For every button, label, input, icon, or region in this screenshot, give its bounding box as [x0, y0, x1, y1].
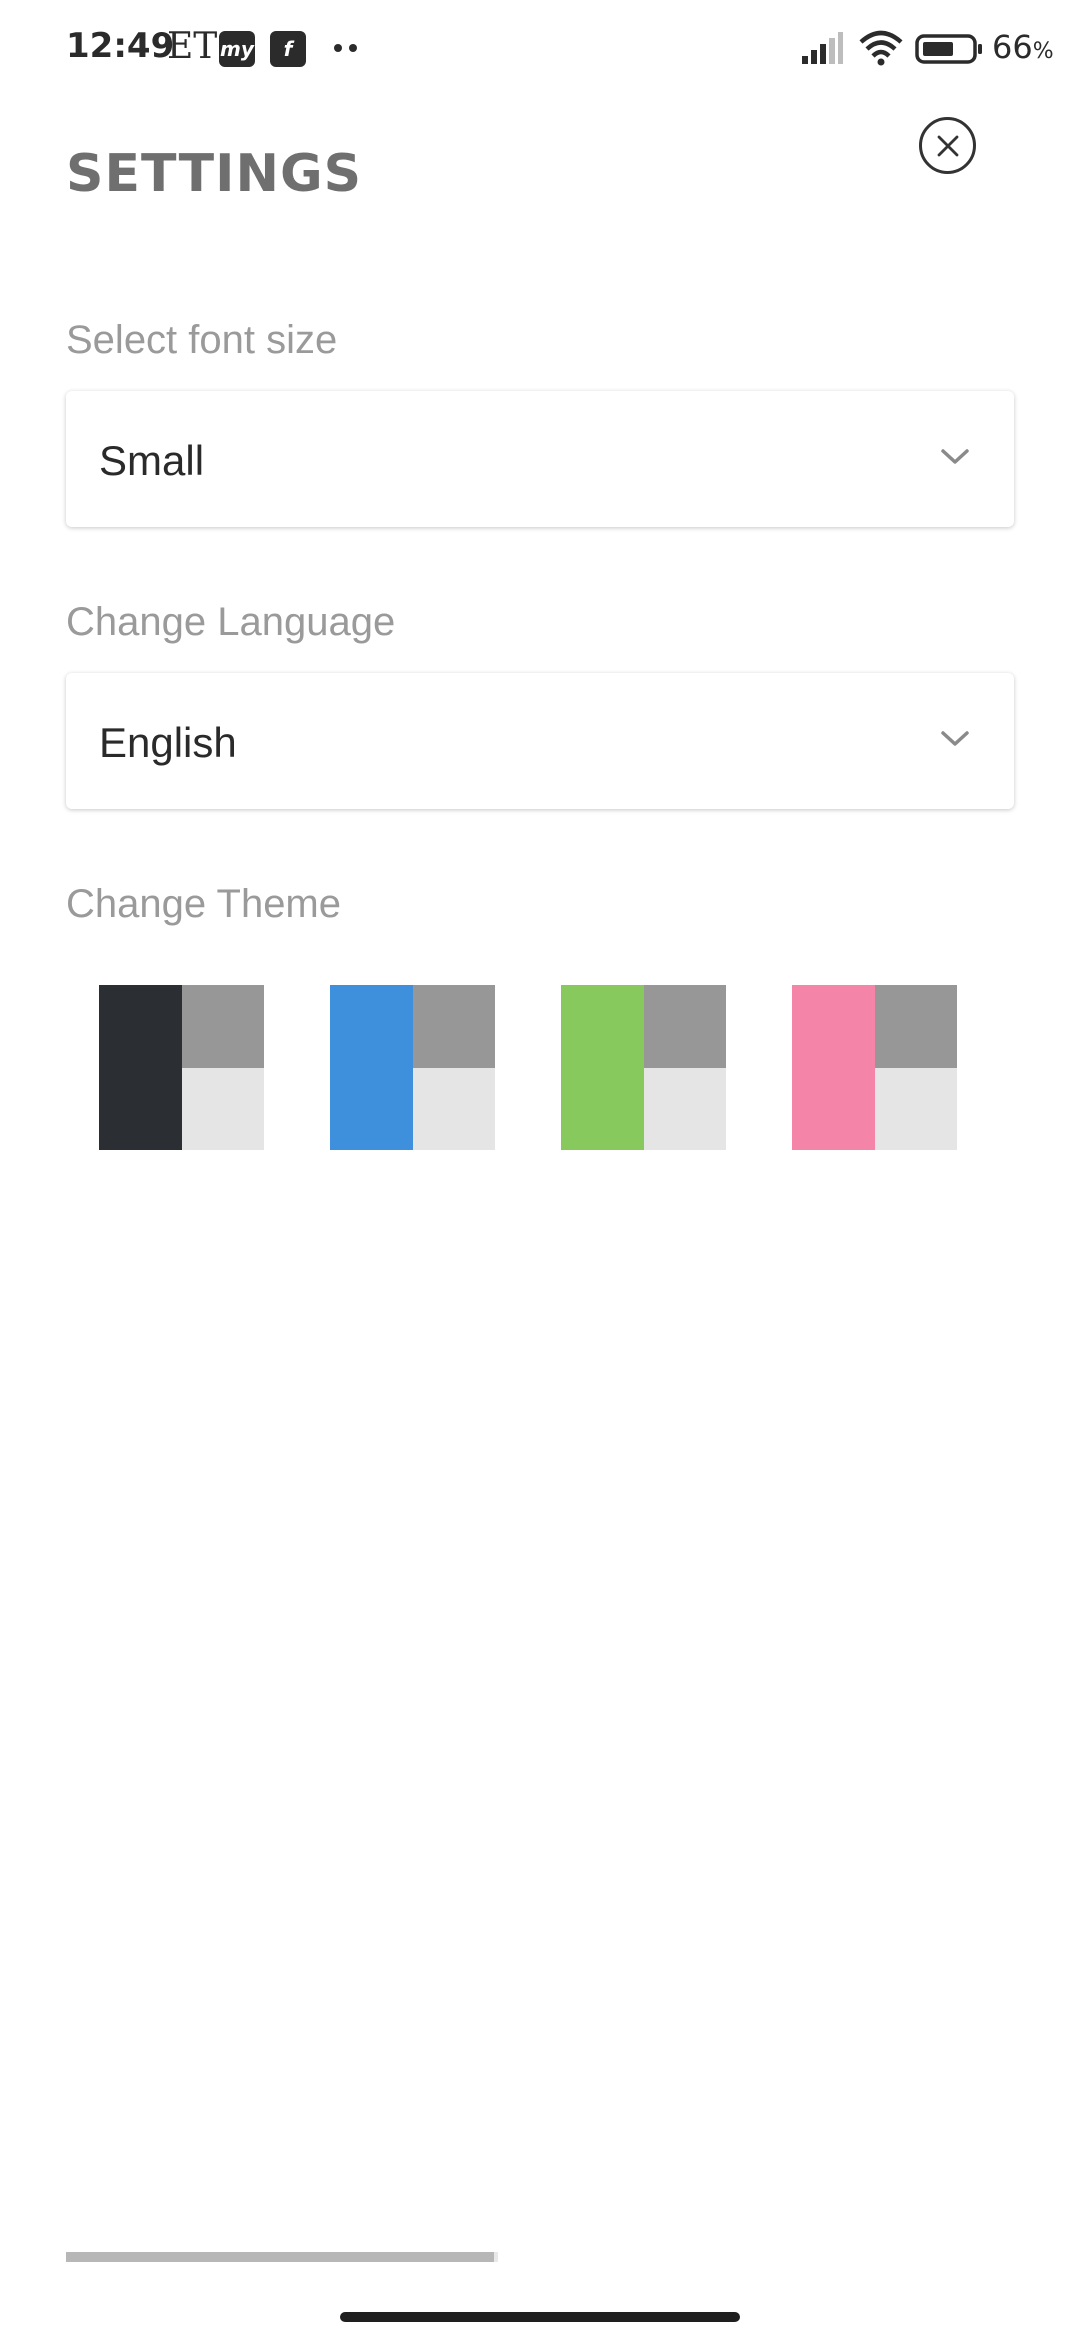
home-indicator[interactable]: [340, 2312, 740, 2322]
swatch-tertiary: [182, 1068, 264, 1150]
my-app-icon: my: [219, 31, 255, 67]
theme-swatch-blue[interactable]: [330, 985, 495, 1150]
scroll-indicator-fill: [66, 2252, 494, 2262]
battery-icon: [915, 34, 982, 64]
swatch-tertiary: [413, 1068, 495, 1150]
close-icon: [937, 135, 958, 156]
theme-swatches: [99, 985, 959, 1150]
swatch-primary: [561, 985, 644, 1150]
font-size-select[interactable]: Small: [66, 391, 1014, 527]
swatch-primary: [99, 985, 182, 1150]
chevron-down-icon: [941, 449, 969, 464]
close-button[interactable]: [919, 117, 976, 174]
swatch-primary: [792, 985, 875, 1150]
theme-swatch-green[interactable]: [561, 985, 726, 1150]
theme-label: Change Theme: [66, 882, 341, 926]
font-size-value: Small: [99, 437, 205, 484]
more-notifications-icon: [334, 44, 357, 52]
swatch-secondary: [413, 985, 495, 1068]
status-time: 12:49: [66, 26, 175, 66]
et-app-icon: ET: [167, 26, 218, 67]
swatch-primary: [330, 985, 413, 1150]
language-label: Change Language: [66, 600, 396, 644]
signal-icon: [802, 32, 843, 64]
wifi-icon: [859, 30, 903, 66]
chevron-down-icon: [941, 731, 969, 746]
shopping-app-icon: f: [270, 31, 306, 67]
swatch-secondary: [644, 985, 726, 1068]
page-title: SETTINGS: [66, 144, 363, 204]
battery-percent: 66%: [992, 28, 1054, 66]
scroll-indicator: [66, 2252, 498, 2262]
font-size-label: Select font size: [66, 318, 338, 362]
theme-swatch-pink[interactable]: [792, 985, 957, 1150]
theme-swatch-dark[interactable]: [99, 985, 264, 1150]
swatch-secondary: [875, 985, 957, 1068]
swatch-tertiary: [875, 1068, 957, 1150]
settings-screen: 12:49 ET my f 66% SETTINGS Select font s…: [0, 0, 1080, 2340]
swatch-secondary: [182, 985, 264, 1068]
language-value: English: [99, 719, 237, 766]
language-select[interactable]: English: [66, 673, 1014, 809]
swatch-tertiary: [644, 1068, 726, 1150]
status-bar: 12:49 ET my f 66%: [0, 0, 1080, 100]
